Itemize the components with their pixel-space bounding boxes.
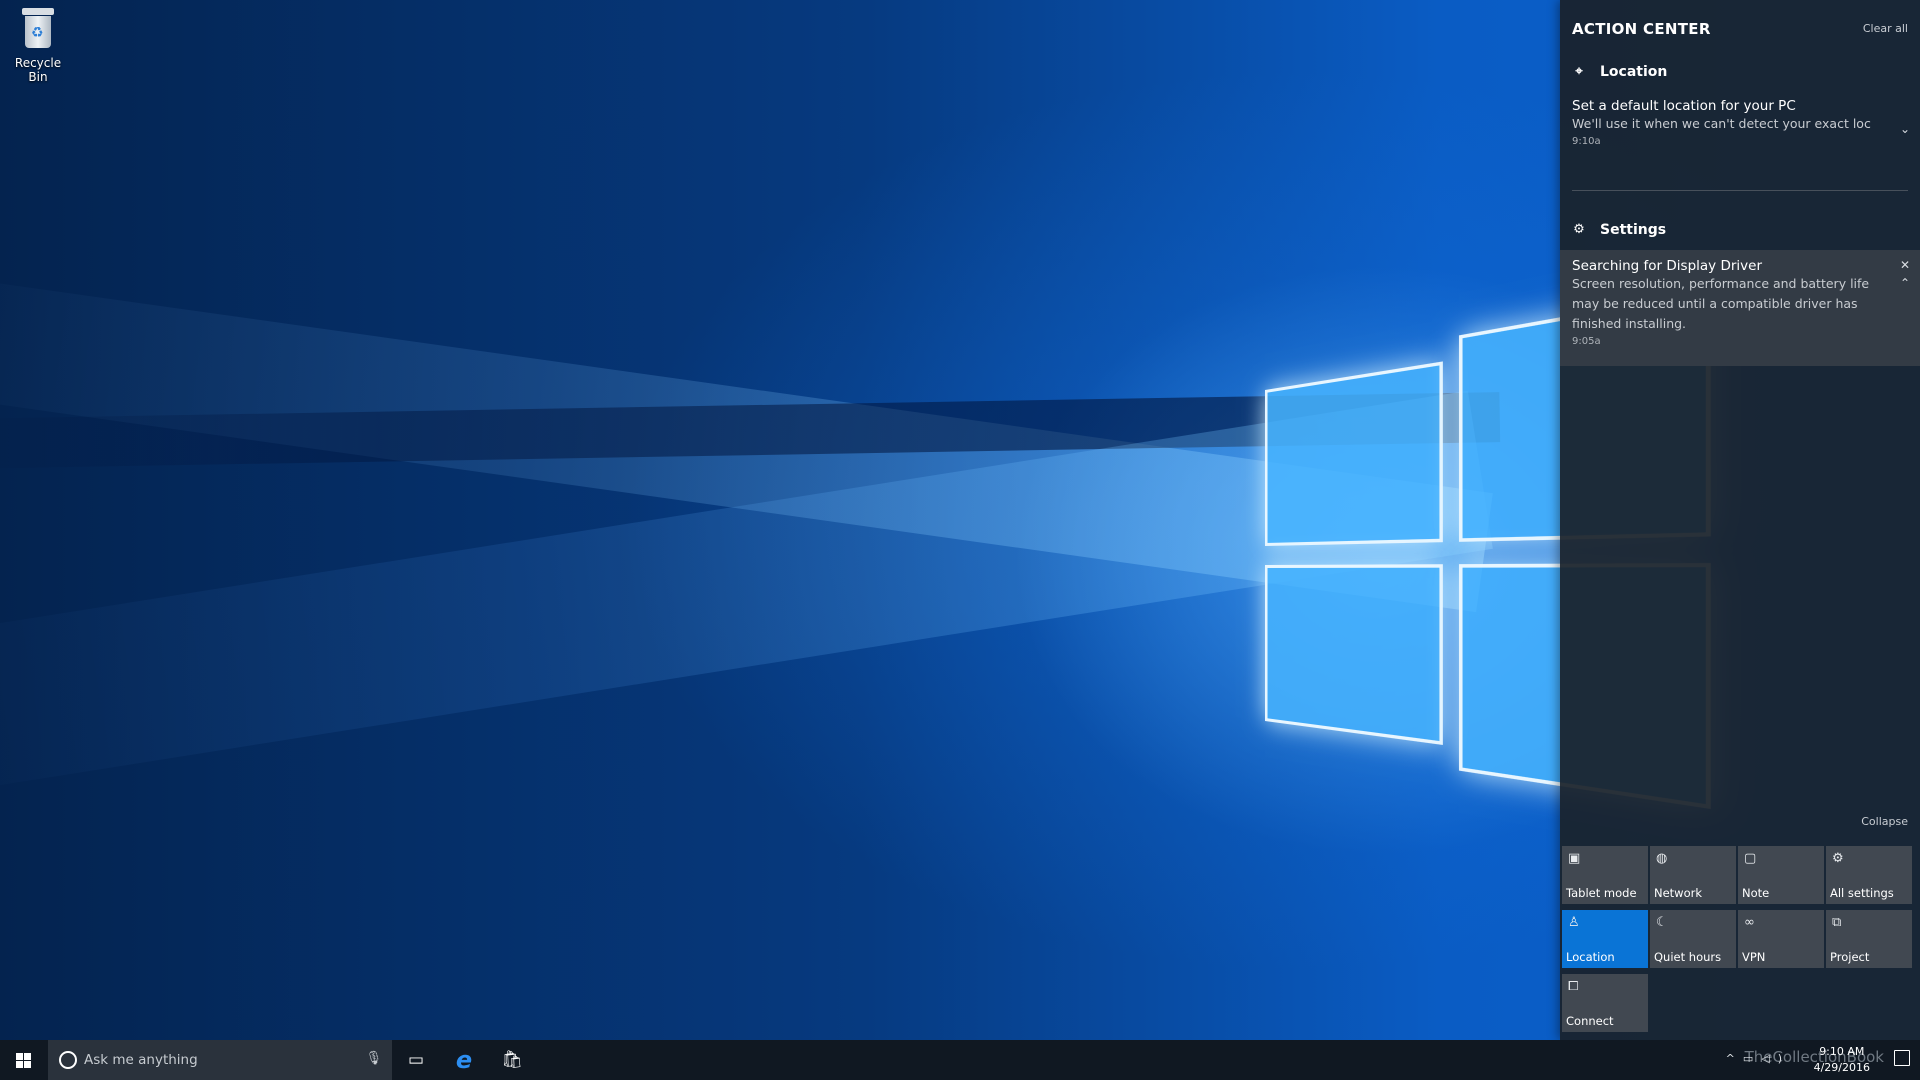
group-header-location[interactable]: ⌖ Location (1572, 64, 1667, 80)
action-center-icon[interactable] (1894, 1050, 1910, 1066)
notification-display-driver[interactable]: Searching for Display Driver Screen reso… (1560, 250, 1920, 366)
gear-icon: ⚙ (1832, 851, 1844, 866)
moon-icon: ☾ (1656, 915, 1668, 930)
tablet-icon: ▣ (1568, 851, 1581, 866)
search-placeholder: Ask me anything (84, 1052, 198, 1068)
volume-icon[interactable]: ◁) (1761, 1052, 1790, 1065)
quick-action-vpn[interactable]: ∞ VPN (1738, 910, 1824, 968)
vpn-icon: ∞ (1744, 915, 1755, 930)
group-header-settings[interactable]: ⚙ Settings (1572, 222, 1666, 238)
notification-time: 9:10a (1572, 136, 1601, 147)
recycle-bin[interactable]: ♻ Recycle Bin (4, 8, 72, 84)
divider (1572, 190, 1908, 191)
task-view-button[interactable]: ▭ (392, 1040, 440, 1080)
notification-time: 9:05a (1572, 336, 1601, 347)
notification-body: Screen resolution, performance and batte… (1572, 276, 1870, 331)
edge-icon: e (455, 1046, 473, 1074)
windows-logo-graphic (1265, 290, 1711, 829)
note-icon: ▢ (1744, 851, 1757, 866)
taskbar: Ask me anything 🎙 ▭ e 🛍 TheCollectionBoo… (0, 1040, 1920, 1080)
location-group-icon: ⌖ (1575, 64, 1583, 79)
notification-title: Searching for Display Driver (1572, 258, 1762, 274)
close-icon[interactable]: ✕ (1900, 258, 1910, 272)
edge-browser-button[interactable]: e (440, 1040, 488, 1080)
connect-icon: ⧠ (1568, 979, 1579, 994)
action-center-title: ACTION CENTER (1572, 20, 1711, 38)
recycle-bin-label: Recycle Bin (14, 56, 62, 84)
store-icon: 🛍 (501, 1050, 523, 1070)
notification-body: We'll use it when we can't detect your e… (1572, 116, 1871, 131)
clock-date: 4/29/2016 (1813, 1061, 1870, 1074)
system-tray-icons[interactable]: ^▭◁) (1726, 1052, 1790, 1065)
gear-icon: ⚙ (1573, 222, 1585, 237)
task-view-icon: ▭ (407, 1050, 425, 1070)
quick-action-tablet-mode[interactable]: ▣ Tablet mode (1562, 846, 1648, 904)
action-center-panel: ACTION CENTER Clear all ⌖ Location Set a… (1560, 0, 1920, 1040)
taskbar-clock[interactable]: 9:10 AM 4/29/2016 (1814, 1044, 1870, 1076)
quick-action-all-settings[interactable]: ⚙ All settings (1826, 846, 1912, 904)
network-icon[interactable]: ▭ (1743, 1052, 1761, 1065)
cortana-icon (59, 1051, 77, 1069)
notification-location[interactable]: Set a default location for your PC We'll… (1560, 98, 1920, 147)
chevron-down-icon[interactable]: ⌄ (1900, 122, 1910, 136)
cortana-search-box[interactable]: Ask me anything 🎙 (48, 1040, 392, 1080)
store-button[interactable]: 🛍 (488, 1040, 536, 1080)
collapse-button[interactable]: Collapse (1861, 815, 1908, 828)
location-icon: ♙ (1568, 915, 1580, 930)
microphone-icon[interactable]: 🎙 (365, 1051, 382, 1066)
quick-action-project[interactable]: ⧉ Project (1826, 910, 1912, 968)
windows-start-icon (16, 1053, 31, 1068)
project-icon: ⧉ (1832, 915, 1842, 930)
recycle-bin-icon: ♻ (19, 8, 57, 50)
quick-action-note[interactable]: ▢ Note (1738, 846, 1824, 904)
quick-action-network[interactable]: ◍ Network (1650, 846, 1736, 904)
quick-action-location[interactable]: ♙ Location (1562, 910, 1648, 968)
globe-icon: ◍ (1656, 851, 1668, 866)
clear-all-button[interactable]: Clear all (1863, 22, 1908, 35)
quick-action-connect[interactable]: ⧠ Connect (1562, 974, 1648, 1032)
start-button[interactable] (0, 1040, 48, 1080)
notification-title: Set a default location for your PC (1572, 98, 1796, 114)
chevron-up-icon[interactable]: ⌃ (1900, 276, 1910, 290)
clock-time: 9:10 AM (1819, 1045, 1865, 1058)
quick-action-quiet-hours[interactable]: ☾ Quiet hours (1650, 910, 1736, 968)
chevron-up-icon[interactable]: ^ (1726, 1052, 1743, 1065)
